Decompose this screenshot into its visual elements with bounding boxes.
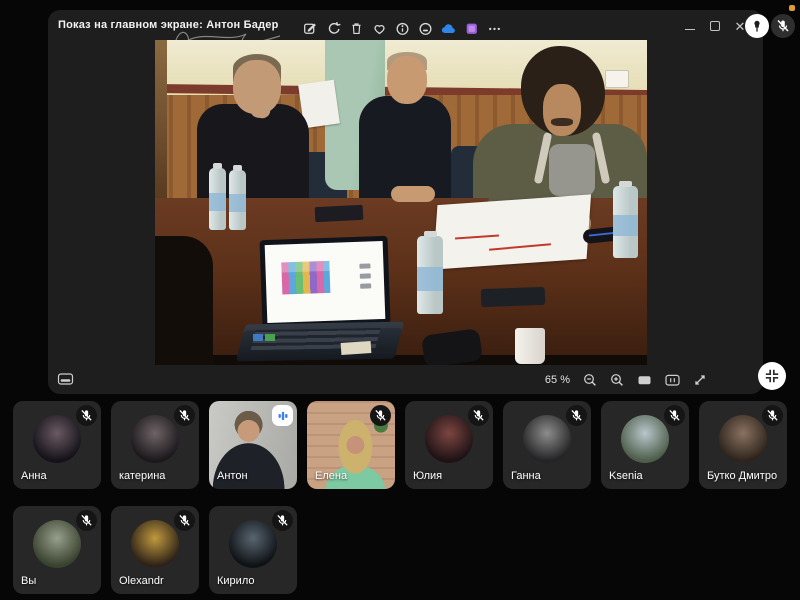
- participant-name: Ганна: [511, 470, 541, 482]
- albums-icon[interactable]: [463, 20, 479, 36]
- water-bottle: [229, 165, 246, 230]
- laptop-display: [264, 240, 386, 324]
- participant-name: Юлия: [413, 470, 443, 482]
- zoom-in-icon[interactable]: [610, 373, 624, 387]
- info-icon[interactable]: [394, 20, 410, 36]
- laptop-screen: [259, 235, 391, 329]
- participants-grid: Анна катерина Антон Елена Юлия Ганна Kse…: [13, 401, 791, 594]
- mic-muted-icon: [762, 405, 783, 426]
- mic-muted-icon: [76, 510, 97, 531]
- participant-name: Ksenia: [609, 470, 643, 482]
- delete-icon[interactable]: [348, 20, 364, 36]
- laptop-keyboard: [235, 321, 405, 362]
- zoom-out-icon[interactable]: [583, 373, 597, 387]
- man-right-face: [543, 84, 581, 136]
- avatar: [33, 415, 81, 463]
- participant-name: Бутко Дмитро: [707, 470, 778, 482]
- mic-muted-icon: [664, 405, 685, 426]
- edit-icon[interactable]: [302, 20, 318, 36]
- pin-icon: [754, 20, 760, 32]
- participant-tile[interactable]: Вы: [13, 506, 101, 594]
- actual-size-icon[interactable]: [665, 373, 680, 387]
- avatar: [523, 415, 571, 463]
- avatar: [131, 415, 179, 463]
- presenter-title: Показ на главном экране: Антон Бадер: [58, 19, 279, 31]
- thumbnails-toggle-icon[interactable]: [57, 372, 74, 386]
- man-right-mustache: [551, 118, 573, 126]
- participant-tile[interactable]: Елена: [307, 401, 395, 489]
- avatar: [229, 520, 277, 568]
- fit-screen-icon[interactable]: [637, 373, 652, 387]
- slideshow-icon[interactable]: [417, 20, 433, 36]
- door-edge: [155, 40, 167, 200]
- favorite-icon[interactable]: [371, 20, 387, 36]
- photo-toolbar: [302, 20, 502, 36]
- participant-tile[interactable]: Юлия: [405, 401, 493, 489]
- minimize-button[interactable]: [684, 19, 696, 33]
- mic-muted-icon: [76, 405, 97, 426]
- mic-muted-icon: [174, 405, 195, 426]
- participant-name: Антон: [217, 470, 248, 482]
- mic-muted-icon: [468, 405, 489, 426]
- man-center-hands: [391, 186, 435, 202]
- participant-tile[interactable]: Анна: [13, 401, 101, 489]
- avatar: [719, 415, 767, 463]
- window-controls: ✕: [684, 19, 746, 33]
- zoom-controls: 65 %: [545, 373, 707, 387]
- wall-switch: [605, 70, 629, 88]
- avatar: [621, 415, 669, 463]
- mic-muted-icon: [566, 405, 587, 426]
- man-center-body: [359, 96, 451, 200]
- participant-name: катерина: [119, 470, 166, 482]
- notification-dot: [789, 5, 795, 11]
- more-icon[interactable]: [486, 20, 502, 36]
- participant-tile[interactable]: Антон: [209, 401, 297, 489]
- participant-tile[interactable]: Ksenia: [601, 401, 689, 489]
- avatar: [33, 520, 81, 568]
- avatar: [131, 520, 179, 568]
- laptop-badge: [265, 334, 275, 341]
- maximize-button[interactable]: [709, 19, 721, 33]
- desk-edge: [155, 355, 647, 365]
- mic-muted-icon: [272, 510, 293, 531]
- man-right-tshirt: [549, 144, 595, 196]
- collapse-icon: [765, 369, 779, 383]
- mic-muted-icon: [370, 405, 391, 426]
- avatar: [425, 415, 473, 463]
- mic-off-icon: [777, 19, 789, 32]
- shrink-button[interactable]: [758, 362, 786, 390]
- keyboard: [480, 286, 546, 308]
- flipchart-paper: [432, 194, 592, 270]
- rotate-icon[interactable]: [325, 20, 341, 36]
- participant-name: Кирило: [217, 575, 255, 587]
- water-bottle: [417, 231, 443, 314]
- participant-name: Olexandr: [119, 575, 164, 587]
- participant-tile[interactable]: Кирило: [209, 506, 297, 594]
- foreground-shadow: [155, 236, 213, 365]
- pin-button[interactable]: [745, 14, 769, 38]
- participant-tile[interactable]: Бутко Дмитро: [699, 401, 787, 489]
- participant-name: Елена: [315, 470, 348, 482]
- fullscreen-icon[interactable]: [693, 373, 707, 387]
- laptop-badge: [253, 334, 263, 341]
- mic-muted-icon: [174, 510, 195, 531]
- upload-cloud-icon[interactable]: [440, 20, 456, 36]
- water-bottle: [209, 163, 226, 230]
- participant-tile[interactable]: Olexandr: [111, 506, 199, 594]
- speaking-indicator-icon: [272, 405, 293, 426]
- screen-share-viewer-panel: Показ на главном экране: Антон Бадер ✕ 6…: [48, 10, 763, 394]
- laptop-collage: [281, 260, 331, 295]
- participant-tile[interactable]: Ганна: [503, 401, 591, 489]
- mute-button[interactable]: [771, 14, 795, 38]
- participant-tile[interactable]: катерина: [111, 401, 199, 489]
- laptop-sticker: [340, 340, 372, 356]
- notebook: [314, 204, 364, 223]
- man-center-head: [387, 56, 427, 104]
- participant-name: Вы: [21, 575, 37, 587]
- shared-screen-photo: [155, 40, 647, 365]
- water-bottle: [613, 181, 638, 258]
- zoom-level: 65 %: [544, 374, 570, 386]
- participant-name: Анна: [21, 470, 47, 482]
- paper-cup: [515, 328, 545, 364]
